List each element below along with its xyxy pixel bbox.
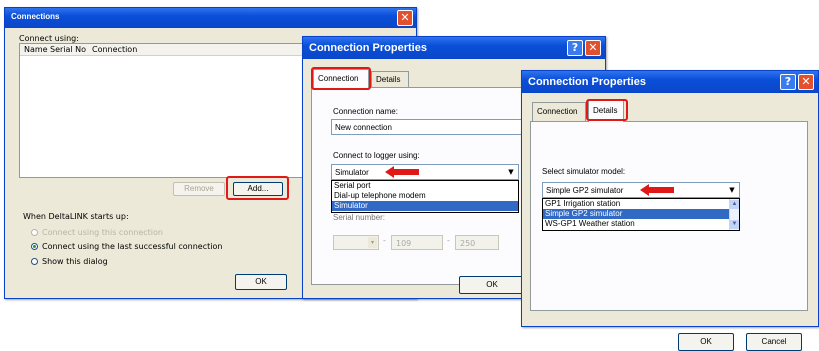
column-serial-no[interactable]: Serial No — [50, 45, 86, 54]
connections-title: Connections — [11, 12, 60, 21]
serial-field-3-value: 250 — [460, 239, 476, 248]
properties-ok-button-1[interactable]: OK — [459, 276, 525, 294]
dropdown-arrow-icon[interactable]: ▼ — [505, 166, 517, 178]
properties-ok-label-1: OK — [486, 280, 498, 289]
column-name[interactable]: Name — [24, 45, 48, 54]
connect-logger-label: Connect to logger using: — [333, 151, 420, 160]
simulator-combo-value: Simple GP2 simulator — [546, 186, 624, 195]
list-item[interactable]: Simple GP2 simulator — [543, 209, 739, 219]
serial-field-1[interactable]: ▾ — [333, 235, 379, 250]
serial-field-2[interactable]: 109 — [391, 235, 443, 250]
radio-last-connection[interactable] — [31, 243, 38, 250]
radio-last-connection-label: Connect using the last successful connec… — [42, 242, 223, 251]
connection-name-field[interactable]: New connection — [331, 119, 531, 135]
close-icon[interactable]: ✕ — [585, 40, 601, 56]
help-icon[interactable]: ? — [567, 40, 583, 56]
connections-ok-label: OK — [255, 277, 267, 286]
list-item[interactable]: Serial port — [332, 181, 518, 191]
serial-spin-icon[interactable]: ▾ — [368, 237, 377, 248]
logger-options-list[interactable]: Serial port Dial-up telephone modem Simu… — [331, 180, 519, 213]
list-item[interactable]: GP1 Irrigation station — [543, 199, 739, 209]
properties-title-2: Connection Properties — [528, 76, 646, 88]
select-model-label: Select simulator model: — [542, 167, 626, 176]
red-arrow-icon — [385, 166, 419, 178]
serial-separator-2: - — [447, 236, 450, 245]
tab-details[interactable]: Details — [371, 71, 409, 87]
startup-label: When DeltaLINK starts up: — [23, 212, 129, 221]
connections-ok-button[interactable]: OK — [235, 274, 287, 290]
connection-properties-dialog-2: Connection Properties ? ✕ Connection Det… — [521, 70, 819, 351]
radio-show-dialog[interactable] — [31, 258, 38, 265]
properties-title-1: Connection Properties — [309, 42, 427, 54]
list-header: Name Serial No Connection — [20, 44, 318, 56]
simulator-options-list[interactable]: GP1 Irrigation station Simple GP2 simula… — [542, 198, 740, 231]
tab-details-label: Details — [376, 75, 401, 84]
add-button-highlight — [226, 176, 289, 200]
column-connection[interactable]: Connection — [92, 45, 137, 54]
red-arrow-icon — [640, 184, 674, 196]
logger-combo-value: Simulator — [335, 168, 369, 177]
serial-field-3[interactable]: 250 — [455, 235, 499, 250]
dropdown-arrow-icon[interactable]: ▼ — [726, 184, 738, 196]
details-ok-button[interactable]: OK — [678, 333, 734, 351]
connections-list[interactable]: Name Serial No Connection — [19, 43, 319, 178]
properties-titlebar-1: Connection Properties ? ✕ — [303, 37, 605, 59]
connection-tab-highlight — [311, 67, 371, 90]
serial-field-2-value: 109 — [396, 239, 412, 248]
radio-this-connection[interactable] — [31, 229, 38, 236]
tab-connection-label: Connection — [537, 107, 578, 116]
serial-separator-1: - — [383, 236, 386, 245]
details-ok-label: OK — [700, 337, 712, 346]
list-item[interactable]: Simulator — [332, 201, 518, 211]
details-tab-highlight — [586, 99, 628, 121]
remove-button[interactable]: Remove — [173, 182, 225, 196]
help-icon[interactable]: ? — [780, 74, 796, 90]
logger-connection-combo[interactable]: Simulator ▼ — [331, 164, 519, 180]
list-scrollbar[interactable]: ▲ ▼ — [729, 199, 739, 230]
connection-name-label: Connection name: — [333, 107, 398, 116]
serial-number-label: Serial number: — [333, 213, 386, 222]
list-item[interactable]: WS-GP1 Weather station — [543, 219, 739, 229]
close-icon[interactable]: ✕ — [798, 74, 814, 90]
details-cancel-button[interactable]: Cancel — [746, 333, 802, 351]
connection-name-value: New connection — [335, 123, 392, 132]
connections-titlebar: Connections ✕ — [5, 8, 416, 28]
scroll-up-icon[interactable]: ▲ — [730, 200, 739, 209]
radio-show-dialog-label: Show this dialog — [42, 257, 108, 266]
list-item[interactable]: Dial-up telephone modem — [332, 191, 518, 201]
tab-connection[interactable]: Connection — [532, 102, 586, 121]
properties-titlebar-2: Connection Properties ? ✕ — [522, 71, 818, 93]
remove-button-label: Remove — [184, 184, 214, 193]
radio-this-connection-label: Connect using this connection — [42, 228, 163, 237]
connect-using-label: Connect using: — [19, 34, 79, 43]
details-cancel-label: Cancel — [761, 337, 787, 346]
close-icon[interactable]: ✕ — [397, 10, 413, 26]
scroll-down-icon[interactable]: ▼ — [730, 220, 739, 229]
